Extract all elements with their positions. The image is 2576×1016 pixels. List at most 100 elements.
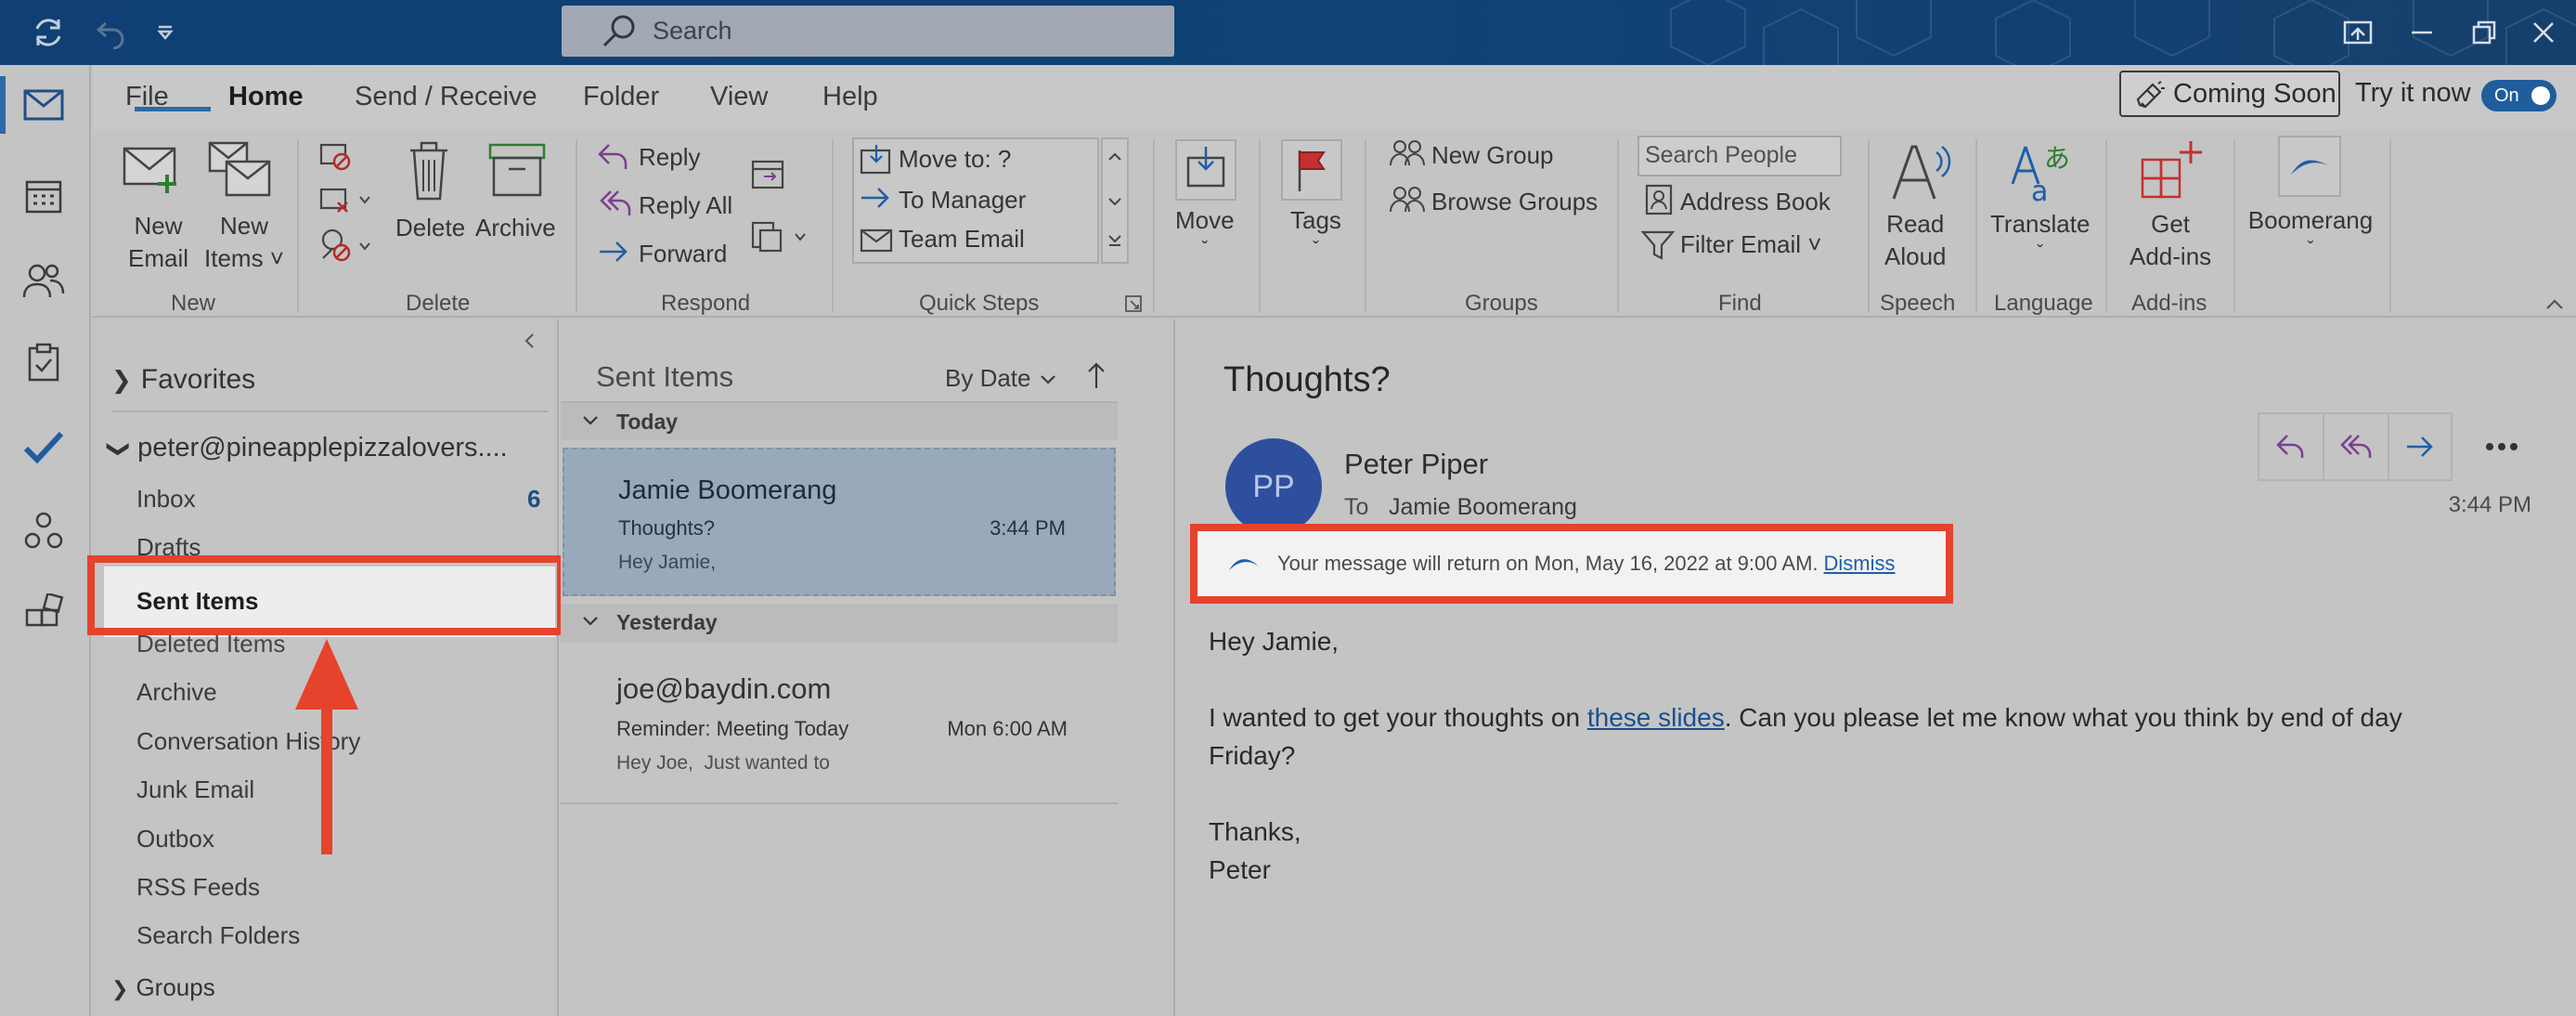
body-signature: Peter [1209,855,1271,884]
filter-email-button[interactable]: Filter Email ˅ [1680,228,1821,261]
forward-button[interactable]: Forward [639,238,727,270]
quick-access-dropdown-icon[interactable] [147,0,184,65]
restore-icon[interactable] [2451,0,2518,65]
sync-icon[interactable] [19,0,78,65]
move-button[interactable]: Move ˇ [1175,204,1235,262]
tab-send-receive[interactable]: Send / Receive [355,82,537,112]
to-manager-icon [861,188,889,208]
folder-archive[interactable]: Archive [136,678,217,707]
try-it-now-toggle[interactable]: On [2481,80,2557,111]
translate-chevron-icon: ˇ [2037,242,2044,264]
tab-help[interactable]: Help [822,82,878,112]
flag-icon [1298,150,1326,191]
quick-step-move-to[interactable]: Move to: ? [899,143,1011,176]
coming-soon-button[interactable]: Coming Soon [2119,71,2340,117]
quick-step-to-manager[interactable]: To Manager [899,184,1026,216]
search-input[interactable]: Search [562,6,1174,57]
account-header[interactable]: ❯ peter@pineapplepizzalovers.... [107,433,508,463]
new-group-button[interactable]: New Group [1431,139,1554,172]
mail-icon[interactable] [17,78,71,132]
favorites-header[interactable]: ❯ Favorites [111,364,255,396]
tasks-icon[interactable] [17,336,71,390]
boomerang-chevron-icon: ˇ [2307,239,2314,260]
translate-icon: あa [2011,143,2070,204]
new-items-label-1: New [219,212,268,240]
translate-button[interactable]: Translate ˇ [1990,208,2090,266]
tags-button[interactable]: Tags ˇ [1290,204,1341,262]
folder-inbox[interactable]: Inbox [136,485,196,514]
reply-all-button[interactable]: Reply All [639,189,732,222]
new-items-button[interactable]: New Items ˅ [204,210,284,275]
quick-steps-scroll[interactable] [1101,137,1129,264]
tab-view[interactable]: View [710,82,768,112]
reply-icon[interactable] [2259,414,2324,479]
ignore-icon[interactable] [317,139,355,173]
body-text-1: I wanted to get your thoughts on [1209,703,1587,732]
boomerang-icon [2291,160,2328,175]
folder-outbox[interactable]: Outbox [136,825,214,853]
sort-by-date[interactable]: By Date [945,364,1057,393]
get-addins-button[interactable]: Get Add-ins [2129,208,2211,273]
reading-actions [2258,412,2453,481]
more-actions-icon[interactable] [2467,412,2536,481]
archive-button[interactable]: Archive [475,212,556,244]
message-item-selected[interactable]: Jamie Boomerang Thoughts? 3:44 PM Hey Ja… [563,448,1116,596]
groups-icon[interactable] [17,503,71,557]
boomerang-button[interactable]: Boomerang ˇ [2246,204,2375,262]
collapse-ribbon-icon[interactable] [2544,297,2566,312]
group-label-speech: Speech [1880,291,1956,316]
search-people-input[interactable]: Search People [1638,136,1842,176]
message-preview: Hey Joe, Just wanted to [616,752,830,774]
group-label-quick-steps: Quick Steps [919,291,1040,316]
sender-name[interactable]: Peter Piper [1344,448,1488,481]
coming-soon-ribbon-icon[interactable] [2324,0,2391,65]
sent-items-highlight [87,555,564,635]
browse-groups-button[interactable]: Browse Groups [1431,186,1598,218]
tab-home[interactable]: Home [228,82,304,112]
quick-steps-launcher-icon[interactable] [1123,293,1144,314]
more-respond-icon[interactable] [747,217,812,254]
new-items-label-2: Items ˅ [204,244,284,273]
folder-junk-email[interactable]: Junk Email [136,775,254,804]
svg-text:a: a [2031,176,2048,204]
new-email-button[interactable]: New Email [128,210,188,275]
body-text-3: Friday? [1209,741,1296,770]
quick-step-team-email[interactable]: Team Email [899,223,1025,255]
reply-button[interactable]: Reply [639,141,700,174]
junk-icon[interactable] [317,227,377,264]
calendar-icon[interactable] [17,169,71,223]
read-aloud-button[interactable]: Read Aloud [1884,208,1947,273]
people-icon[interactable] [17,253,71,306]
message-item[interactable]: joe@baydin.com Reminder: Meeting Today M… [561,645,1118,804]
collapse-folder-pane-icon[interactable] [522,331,537,351]
tab-folder[interactable]: Folder [583,82,659,112]
group-header-yesterday[interactable]: Yesterday [561,604,1118,643]
group-header-today[interactable]: Today [561,401,1118,440]
ribbon-separator [1868,139,1870,312]
avatar[interactable]: PP [1225,438,1322,535]
undo-icon[interactable] [85,0,137,65]
body-text-2: . Can you please let me know what you th… [1724,703,2402,732]
sort-direction-icon[interactable] [1086,360,1107,392]
recipient-name[interactable]: Jamie Boomerang [1389,494,1577,521]
meeting-reply-icon[interactable] [747,154,788,191]
apps-icon[interactable] [17,587,71,641]
cleanup-icon[interactable] [317,184,377,217]
these-slides-link[interactable]: these slides [1587,703,1725,732]
forward-icon[interactable] [2389,414,2451,479]
close-icon[interactable] [2510,0,2576,65]
move-label: Move [1175,206,1235,234]
delete-button[interactable]: Delete [395,212,465,244]
email-subject: Thoughts? [1223,360,1391,399]
address-book-button[interactable]: Address Book [1680,186,1831,218]
svg-text:あ: あ [2044,143,2070,174]
minimize-icon[interactable] [2388,0,2455,65]
folder-search-folders[interactable]: Search Folders [136,921,300,950]
groups-header[interactable]: ❯ Groups [111,973,215,1002]
todo-icon[interactable] [17,420,71,474]
folder-rss-feeds[interactable]: RSS Feeds [136,873,260,902]
reply-all-icon[interactable] [2324,414,2389,479]
to-label: To [1344,494,1369,520]
toggle-knob [2531,86,2550,105]
read-aloud-label-2: Aloud [1884,242,1947,271]
